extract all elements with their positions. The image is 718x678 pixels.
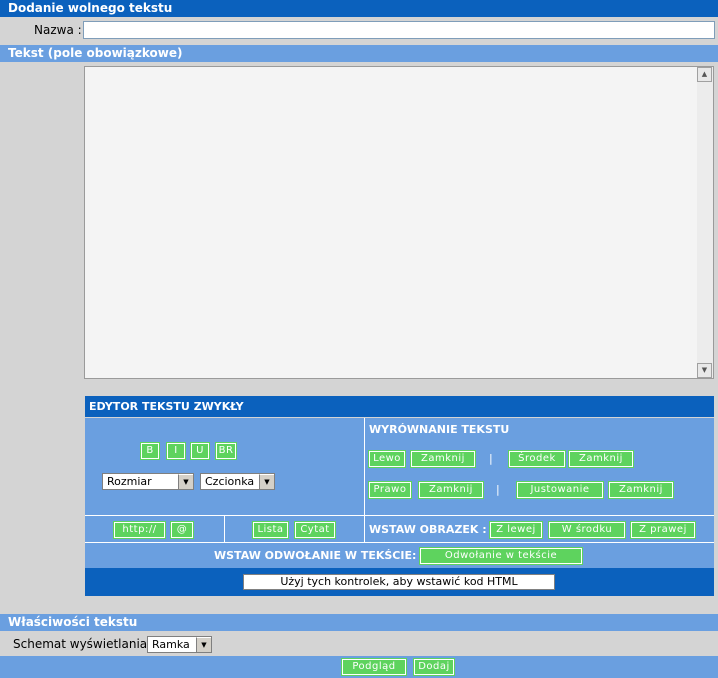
scroll-up-icon[interactable]: ▲ <box>697 67 712 82</box>
font-size-select[interactable]: Rozmiar ▼ <box>102 473 194 490</box>
text-section-title: Tekst (pole obowiązkowe) <box>0 45 718 62</box>
name-label: Nazwa : <box>34 23 82 37</box>
font-family-select[interactable]: Czcionka ▼ <box>200 473 275 490</box>
justify-button[interactable]: Justowanie <box>516 481 604 499</box>
scroll-down-icon[interactable]: ▼ <box>697 363 712 378</box>
properties-title: Właściwości tekstu <box>0 614 718 631</box>
insert-quote-button[interactable]: Cytat <box>294 521 336 539</box>
page-title: Dodanie wolnego tekstu <box>0 0 718 17</box>
font-size-value: Rozmiar <box>107 475 152 488</box>
chevron-down-icon: ▼ <box>178 474 193 489</box>
image-center-button[interactable]: W środku <box>548 521 626 539</box>
separator-text: | <box>496 483 500 496</box>
image-right-button[interactable]: Z prawej <box>630 521 696 539</box>
name-input[interactable] <box>83 21 715 39</box>
add-button[interactable]: Dodaj <box>413 658 455 676</box>
justify-close-button[interactable]: Zamknij <box>608 481 674 499</box>
chevron-down-icon: ▼ <box>196 637 211 652</box>
schema-label: Schemat wyświetlania : <box>13 637 156 651</box>
alignment-title: WYRÓWNANIE TEKSTU <box>369 423 510 436</box>
bold-button[interactable]: B <box>140 442 160 460</box>
separator-text: | <box>489 452 493 465</box>
editor-title: EDYTOR TEKSTU ZWYKŁY <box>85 396 714 417</box>
text-content-value <box>85 67 697 378</box>
insert-image-label: WSTAW OBRAZEK : <box>369 523 487 536</box>
insert-list-button[interactable]: Lista <box>252 521 289 539</box>
underline-button[interactable]: U <box>190 442 210 460</box>
chevron-down-icon: ▼ <box>259 474 274 489</box>
schema-select[interactable]: Ramka ▼ <box>147 636 212 653</box>
insert-email-button[interactable]: @ <box>170 521 194 539</box>
insert-ref-button[interactable]: Odwołanie w tekście <box>419 547 583 565</box>
align-center-button[interactable]: Środek <box>508 450 566 468</box>
align-center-close-button[interactable]: Zamknij <box>568 450 634 468</box>
text-content-textarea[interactable]: ▲ ▼ <box>84 66 714 379</box>
align-right-button[interactable]: Prawo <box>368 481 412 499</box>
align-left-close-button[interactable]: Zamknij <box>410 450 476 468</box>
image-left-button[interactable]: Z lewej <box>489 521 543 539</box>
editor-panel: EDYTOR TEKSTU ZWYKŁY B I U BR Rozmiar ▼ … <box>85 396 714 596</box>
align-left-button[interactable]: Lewo <box>368 450 406 468</box>
font-family-value: Czcionka <box>205 475 255 488</box>
schema-value: Ramka <box>152 638 190 651</box>
insert-link-button[interactable]: http:// <box>113 521 166 539</box>
preview-button[interactable]: Podgląd <box>341 658 407 676</box>
html-hint-field[interactable]: Użyj tych kontrolek, aby wstawić kod HTM… <box>243 574 555 590</box>
align-right-close-button[interactable]: Zamknij <box>418 481 484 499</box>
textarea-scrollbar[interactable]: ▲ ▼ <box>697 67 713 378</box>
line-break-button[interactable]: BR <box>215 442 237 460</box>
italic-button[interactable]: I <box>166 442 186 460</box>
insert-ref-label: WSTAW ODWOŁANIE W TEKŚCIE: <box>214 549 417 562</box>
